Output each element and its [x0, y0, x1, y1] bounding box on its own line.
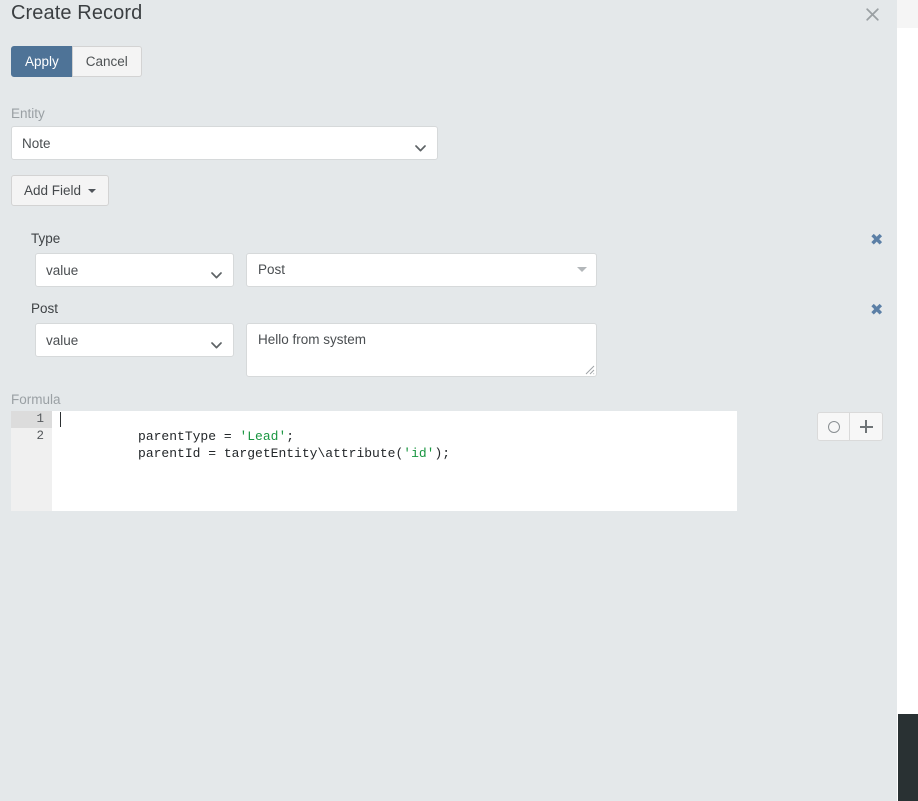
field-type-label: Type: [31, 231, 61, 246]
formula-label: Formula: [11, 392, 61, 407]
field-post-mode-select[interactable]: value: [35, 323, 234, 357]
editor-code-line: parentId = targetEntity\attribute('id');: [60, 428, 450, 479]
plus-icon: [859, 420, 873, 433]
close-icon[interactable]: [859, 1, 885, 27]
caret-down-icon: [88, 188, 97, 193]
editor-code-area[interactable]: parentType = 'Lead'; parentId = targetEn…: [60, 411, 737, 511]
dropdown-arrow-icon: [577, 267, 587, 272]
editor-line-number: 1: [36, 412, 44, 426]
modal-action-buttons: Apply Cancel: [11, 46, 142, 77]
modal-panel: Create Record Apply Cancel Entity Note A…: [0, 0, 897, 801]
remove-field-type-button[interactable]: ✖: [870, 230, 883, 249]
add-field-button[interactable]: Add Field: [11, 175, 110, 206]
remove-field-post-button[interactable]: ✖: [870, 300, 883, 319]
field-type-value-select[interactable]: Post: [246, 253, 597, 287]
field-post-label: Post: [31, 301, 59, 316]
code-token: );: [434, 446, 451, 461]
circle-icon: [827, 420, 840, 433]
editor-text-cursor: [60, 412, 61, 427]
formula-code-editor[interactable]: 1 2 parentType = 'Lead'; parentId = targ…: [11, 411, 737, 511]
entity-select[interactable]: Note: [11, 126, 438, 160]
cancel-button[interactable]: Cancel: [71, 46, 142, 77]
page-scrollbar-track-top: [897, 0, 918, 28]
field-type-mode-select[interactable]: value: [35, 253, 234, 287]
code-token: parentId = targetEntity\attribute(: [138, 446, 404, 461]
page-scrollbar-thumb[interactable]: [898, 714, 918, 801]
apply-button[interactable]: Apply: [11, 46, 73, 77]
field-post-value-textarea[interactable]: [246, 323, 597, 377]
editor-line-number: 2: [36, 429, 44, 443]
formula-check-syntax-button[interactable]: [817, 412, 850, 441]
formula-side-buttons: [817, 412, 883, 441]
create-record-modal: Create Record Apply Cancel Entity Note A…: [0, 0, 918, 801]
editor-gutter-active-line: [11, 411, 52, 428]
code-token-string: 'id': [403, 446, 435, 461]
editor-gutter: 1 2: [11, 411, 52, 511]
add-field-label: Add Field: [24, 183, 82, 198]
formula-add-button[interactable]: [850, 412, 883, 441]
modal-header: Create Record: [0, 0, 897, 34]
entity-label: Entity: [11, 106, 45, 121]
page-title: Create Record: [11, 2, 143, 24]
page-scrollbar-track[interactable]: [897, 0, 918, 801]
